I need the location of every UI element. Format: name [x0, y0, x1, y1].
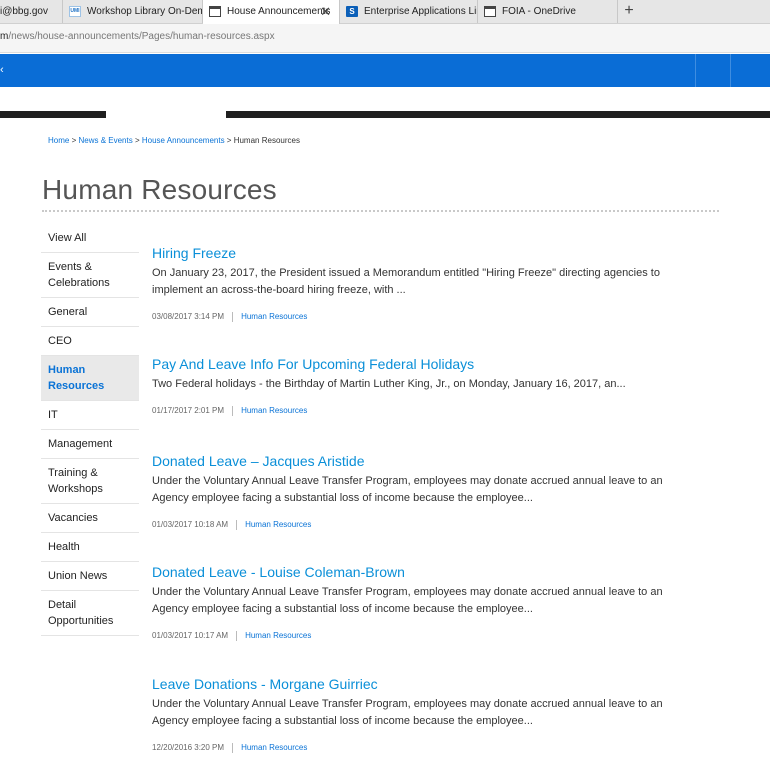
nav-item-detail-opportunities[interactable]: Detail Opportunities [41, 591, 139, 636]
article-category-link[interactable]: Human Resources [241, 743, 307, 752]
article-summary: On January 23, 2017, the President issue… [152, 267, 660, 296]
title-divider [42, 210, 719, 212]
meta-divider [232, 312, 234, 322]
tab-title: FOIA - OneDrive [502, 6, 576, 17]
article-date: 12/20/2016 3:20 PM [152, 743, 225, 753]
tab-title: House Announcements [227, 6, 331, 17]
article-category-link[interactable]: Human Resources [245, 520, 311, 529]
nav-item-management[interactable]: Management [41, 430, 139, 459]
article-meta: 01/03/2017 10:18 AM Human Resources [152, 520, 692, 530]
nav-item-view-all[interactable]: View All [41, 224, 139, 253]
nav-item-human-resources[interactable]: Human Resources [41, 356, 139, 401]
meta-divider [236, 520, 238, 530]
article-summary: Under the Voluntary Annual Leave Transfe… [152, 698, 663, 727]
article-date: 01/17/2017 2:01 PM [152, 406, 225, 416]
browser-tab-strip: i@bbg.gov UMI Workshop Library On-Dema Ho… [0, 0, 770, 24]
breadcrumb-news-link[interactable]: News & Events [78, 136, 132, 145]
article-date: 01/03/2017 10:17 AM [152, 631, 229, 641]
breadcrumb-current: Human Resources [233, 136, 300, 145]
workshop-icon: UMI [69, 6, 81, 17]
tab-title: i@bbg.gov [0, 6, 48, 17]
nav-item-training-workshops[interactable]: Training & Workshops [41, 459, 139, 504]
breadcrumb-announcements-link[interactable]: House Announcements [142, 136, 225, 145]
close-tab-icon[interactable]: ✕ [320, 0, 331, 23]
page-title: Human Resources [42, 174, 277, 205]
nav-item-health[interactable]: Health [41, 533, 139, 562]
url-path: /news/house-announcements/Pages/human-re… [8, 31, 275, 42]
article-date: 01/03/2017 10:18 AM [152, 520, 229, 530]
article-item: Donated Leave - Louise Coleman-Brown Und… [152, 563, 692, 641]
breadcrumb: Home > News & Events > House Announcemen… [48, 136, 300, 145]
article-date: 03/08/2017 3:14 PM [152, 312, 225, 322]
article-meta: 12/20/2016 3:20 PM Human Resources [152, 743, 692, 753]
article-title-link[interactable]: Leave Donations - Morgane Guirriec [152, 675, 692, 693]
breadcrumb-separator: > [224, 136, 234, 145]
breadcrumb-home-link[interactable]: Home [48, 136, 69, 145]
tab-mail[interactable]: i@bbg.gov [0, 0, 63, 23]
nav-item-general[interactable]: General [41, 298, 139, 327]
article-item: Pay And Leave Info For Upcoming Federal … [152, 355, 692, 416]
category-nav: View All Events & Celebrations General C… [41, 224, 139, 636]
article-summary: Under the Voluntary Annual Leave Transfe… [152, 586, 663, 615]
article-item: Donated Leave – Jacques Aristide Under t… [152, 452, 692, 530]
article-title-link[interactable]: Donated Leave – Jacques Aristide [152, 452, 692, 470]
article-item: Leave Donations - Morgane Guirriec Under… [152, 675, 692, 753]
article-meta: 01/17/2017 2:01 PM Human Resources [152, 406, 692, 416]
tab-house-announcements[interactable]: House Announcements ✕ [203, 0, 340, 24]
chevron-left-icon[interactable]: ‹ [0, 64, 4, 76]
tab-title: Workshop Library On-Dema [87, 6, 203, 17]
article-summary: Two Federal holidays - the Birthday of M… [152, 378, 626, 390]
divider [695, 54, 696, 87]
nav-item-vacancies[interactable]: Vacancies [41, 504, 139, 533]
url-text[interactable]: m/news/house-announcements/Pages/human-r… [0, 31, 275, 42]
page-icon [209, 6, 221, 17]
breadcrumb-separator: > [132, 136, 142, 145]
article-item: Hiring Freeze On January 23, 2017, the P… [152, 244, 692, 322]
article-category-link[interactable]: Human Resources [245, 631, 311, 640]
meta-divider [232, 406, 234, 416]
article-title-link[interactable]: Hiring Freeze [152, 244, 692, 262]
nav-item-union-news[interactable]: Union News [41, 562, 139, 591]
tab-enterprise-applications[interactable]: S Enterprise Applications Limi [340, 0, 478, 23]
article-meta: 01/03/2017 10:17 AM Human Resources [152, 631, 692, 641]
article-summary: Under the Voluntary Annual Leave Transfe… [152, 475, 663, 504]
address-bar[interactable]: m/news/house-announcements/Pages/human-r… [0, 24, 770, 53]
tab-title: Enterprise Applications Limi [364, 6, 478, 17]
nav-item-ceo[interactable]: CEO [41, 327, 139, 356]
divider [730, 54, 731, 87]
meta-divider [236, 631, 238, 641]
meta-divider [232, 743, 234, 753]
article-title-link[interactable]: Donated Leave - Louise Coleman-Brown [152, 563, 692, 581]
site-top-bar: ‹ [0, 54, 770, 87]
page-icon [484, 6, 496, 17]
article-meta: 03/08/2017 3:14 PM Human Resources [152, 312, 692, 322]
article-title-link[interactable]: Pay And Leave Info For Upcoming Federal … [152, 355, 692, 373]
site-nav-active-indicator [106, 111, 226, 118]
new-tab-button[interactable]: + [618, 0, 640, 23]
article-category-link[interactable]: Human Resources [241, 406, 307, 415]
sharepoint-icon: S [346, 6, 358, 17]
tab-foia-onedrive[interactable]: FOIA - OneDrive [478, 0, 618, 23]
nav-item-events-celebrations[interactable]: Events & Celebrations [41, 253, 139, 298]
nav-item-it[interactable]: IT [41, 401, 139, 430]
article-category-link[interactable]: Human Resources [241, 312, 307, 321]
tab-workshop-library[interactable]: UMI Workshop Library On-Dema [63, 0, 203, 23]
